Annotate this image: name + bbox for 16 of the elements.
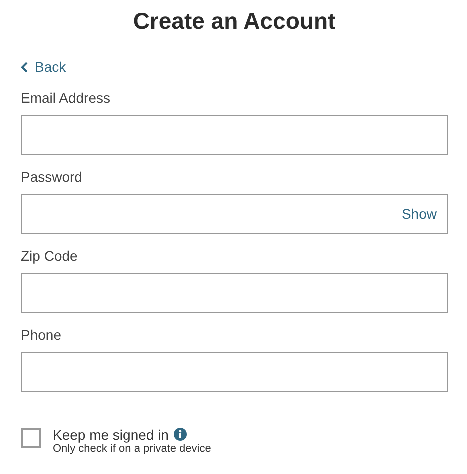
field-label: Phone xyxy=(21,326,62,342)
info-icon[interactable] xyxy=(174,428,187,441)
field-label: Password xyxy=(21,168,84,184)
field-label: Email Address xyxy=(21,90,112,106)
input-field[interactable] xyxy=(21,114,448,154)
checkbox-label: Keep me signed in xyxy=(53,426,169,442)
show-password-button[interactable]: Show xyxy=(402,206,437,222)
input-field[interactable] xyxy=(21,272,448,312)
chevron-left-icon xyxy=(21,62,28,72)
input-field[interactable]: Show xyxy=(21,194,448,234)
back-link[interactable]: Back xyxy=(21,59,66,75)
checkbox-hint: Only check if on a private device xyxy=(53,442,212,454)
input-field[interactable] xyxy=(21,352,448,392)
page-title: Create an Account xyxy=(132,7,337,36)
checkbox[interactable] xyxy=(21,428,41,448)
field-label: Zip Code xyxy=(21,248,79,264)
